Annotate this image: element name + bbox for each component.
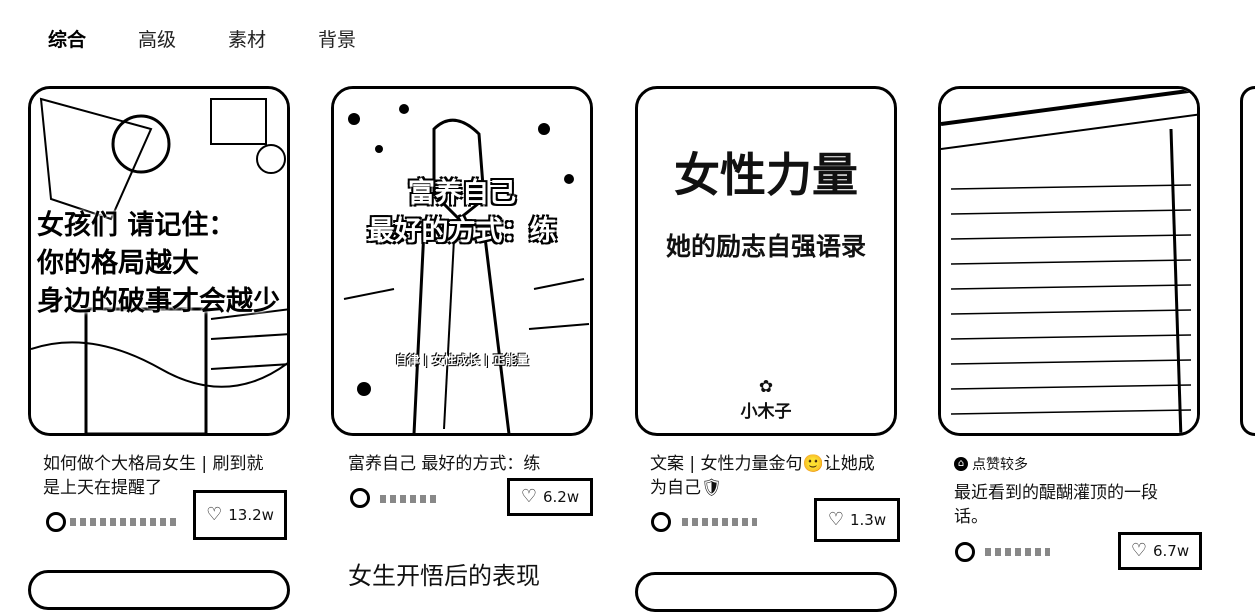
card-5-image-partial[interactable] (1240, 86, 1255, 436)
author-name[interactable] (985, 548, 1050, 556)
card-3-big-title: 女性力量 (674, 148, 858, 202)
like-count: 6.2w (543, 488, 580, 506)
avatar[interactable] (350, 488, 370, 508)
author-name[interactable] (380, 495, 440, 503)
card-2-overlay-line: 富养自己 (408, 178, 516, 209)
like-button[interactable]: ♡ 13.2w (193, 490, 287, 540)
card-3-sub-title: 她的励志自强语录 (665, 232, 866, 261)
home-icon: ⌂ (954, 457, 968, 471)
photo-placeholder (334, 89, 590, 433)
card-2-overlay-tags: 自律 | 女性成长 | 正能量 (395, 353, 529, 367)
card-3-caption[interactable]: 文案 | 女性力量金句🙂让她成为自己🛡 (650, 452, 890, 500)
like-count: 6.7w (1153, 542, 1190, 560)
card-7-title-partial[interactable]: 女生开悟后的表现 (348, 556, 540, 591)
card-4-image[interactable] (938, 86, 1200, 436)
card-2-caption[interactable]: 富养自己 最好的方式：练 (348, 452, 588, 476)
like-count: 13.2w (228, 506, 274, 524)
brand-logo: ✿ 小木子 (638, 377, 894, 422)
tab-advanced[interactable]: 高级 (138, 26, 176, 54)
card-2-overlay-line: 最好的方式：练 (367, 216, 557, 247)
tab-materials[interactable]: 素材 (228, 26, 266, 54)
card-8-image-partial[interactable] (635, 572, 897, 612)
card-1-image[interactable]: 女孩们 请记住： 你的格局越大 身边的破事才会越少 (28, 86, 290, 436)
heart-icon: ♡ (206, 504, 223, 525)
tag-badge: ⌂ 点赞较多 (954, 454, 1028, 474)
heart-icon: ♡ (827, 509, 844, 530)
like-button[interactable]: ♡ 1.3w (814, 498, 900, 542)
card-1-overlay-line: 身边的破事才会越少 (37, 286, 280, 317)
card-4-caption[interactable]: 最近看到的醍醐灌顶的一段话。 (954, 481, 1184, 529)
avatar[interactable] (651, 512, 671, 532)
card-2-image[interactable]: 富养自己 最好的方式：练 自律 | 女性成长 | 正能量 (331, 86, 593, 436)
flower-icon: ✿ (758, 377, 774, 397)
heart-icon: ♡ (520, 486, 537, 507)
like-button[interactable]: ♡ 6.7w (1118, 532, 1202, 570)
card-2-overlay: 富养自己 最好的方式：练 (334, 175, 590, 251)
like-button[interactable]: ♡ 6.2w (507, 478, 593, 516)
tab-comprehensive[interactable]: 综合 (48, 26, 86, 54)
heart-icon: ♡ (1130, 540, 1147, 561)
tab-background[interactable]: 背景 (318, 26, 356, 54)
author-name[interactable] (682, 518, 757, 526)
tag-text: 点赞较多 (972, 457, 1028, 473)
avatar[interactable] (955, 542, 975, 562)
card-1-overlay: 女孩们 请记住： 你的格局越大 身边的破事才会越少 (37, 207, 287, 321)
avatar[interactable] (46, 512, 66, 532)
like-count: 1.3w (850, 511, 887, 529)
author-name[interactable] (70, 518, 180, 526)
card-1-overlay-line: 你的格局越大 (37, 248, 199, 279)
card-3-image[interactable]: 女性力量 她的励志自强语录 ✿ 小木子 (635, 86, 897, 436)
photo-placeholder (941, 89, 1197, 433)
brand-logo-text: 小木子 (740, 402, 792, 422)
card-1-overlay-line: 女孩们 请记住： (37, 210, 236, 241)
category-tabs: 综合 高级 素材 背景 (48, 26, 408, 54)
card-6-image-partial[interactable] (28, 570, 290, 610)
